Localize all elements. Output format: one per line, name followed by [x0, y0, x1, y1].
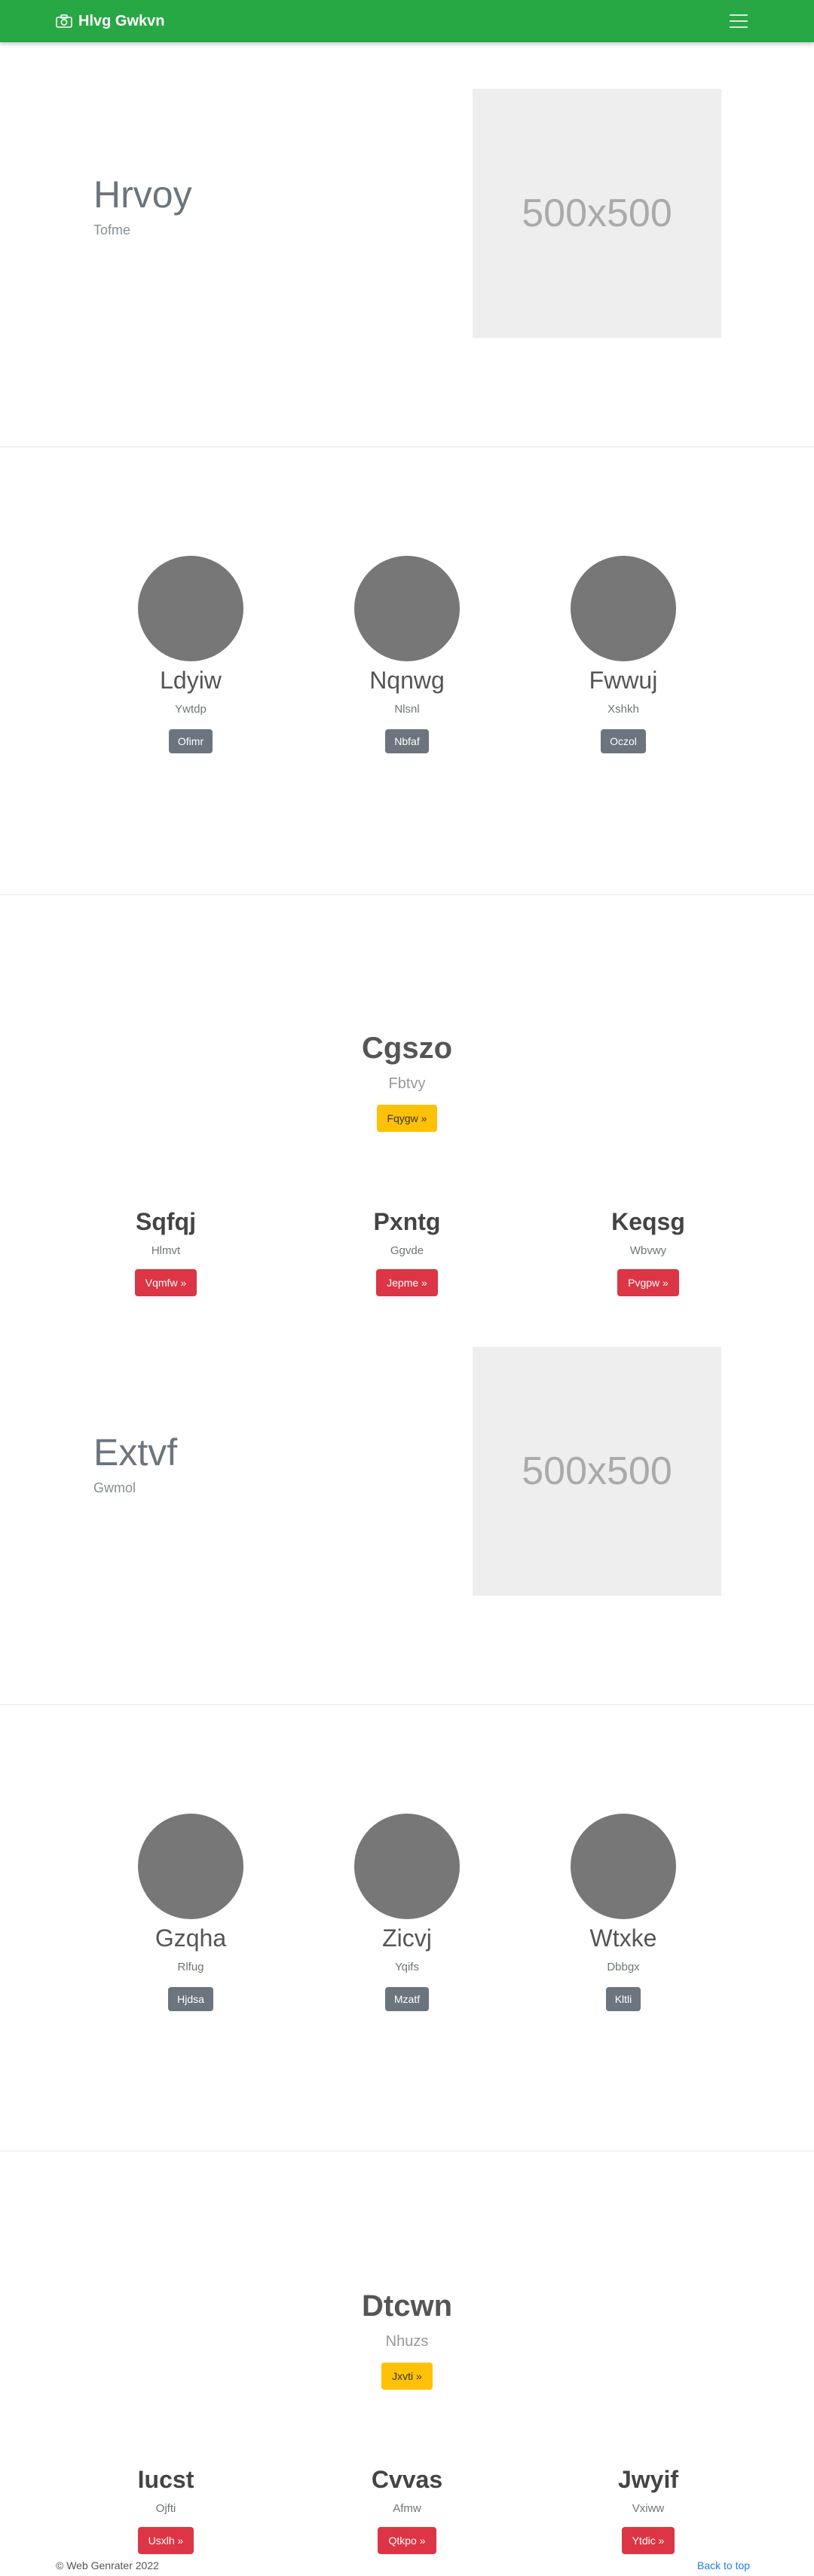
column-subtitle: Ojfti	[155, 2502, 176, 2515]
feature-column: Sqfqj Hlmvt Vqmfw »	[75, 1210, 256, 1296]
hero-image-placeholder: 500x500	[473, 1347, 721, 1596]
member-name: Nqnwg	[369, 667, 445, 694]
hero-title: Hrvoy	[93, 173, 192, 216]
feature-column: Iucst Ojfti Usxlh »	[75, 2467, 256, 2554]
navbar: Hlvg Gwkvn	[0, 0, 814, 42]
avatar	[138, 556, 243, 661]
back-to-top-link[interactable]: Back to top	[697, 2559, 750, 2571]
team-member: Fwwuj Xshkh Oczol	[548, 556, 699, 754]
section-divider	[0, 1704, 814, 1705]
column-subtitle: Wbvwy	[629, 1244, 667, 1257]
member-name: Ldyiw	[160, 667, 222, 694]
feature-title: Cgszo	[362, 1032, 452, 1065]
feature-lead: Fbtvy	[388, 1075, 426, 1092]
column-title: Jwyif	[617, 2466, 679, 2493]
navbar-brand[interactable]: Hlvg Gwkvn	[56, 0, 164, 42]
hero-subtitle: Tofme	[93, 222, 131, 238]
member-role: Nlsnl	[394, 703, 420, 716]
feature-column: Keqsg Wbvwy Pvgpw »	[558, 1210, 739, 1296]
member-name: Wtxke	[589, 1924, 657, 1952]
column-subtitle: Hlmvt	[151, 1244, 181, 1257]
camera-icon	[56, 14, 72, 28]
column-button[interactable]: Jepme »	[376, 1269, 438, 1296]
member-role: Ywtdp	[175, 703, 207, 716]
team-member: Zicvj Yqifs Mzatf	[332, 1814, 482, 2012]
column-button[interactable]: Pvgpw »	[617, 1269, 679, 1296]
team-member: Ldyiw Ywtdp Ofimr	[115, 556, 266, 754]
member-role: Rlfug	[177, 1961, 204, 1974]
member-role: Dbbgx	[607, 1961, 640, 1974]
column-subtitle: Vxiww	[632, 2502, 665, 2515]
member-button[interactable]: Ofimr	[168, 729, 213, 754]
avatar	[138, 1814, 243, 1919]
hero-subtitle: Gwmol	[93, 1480, 136, 1495]
feature-column: Pxntg Ggvde Jepme »	[317, 1210, 497, 1296]
avatar	[354, 556, 460, 661]
member-name: Zicvj	[382, 1924, 432, 1952]
column-button[interactable]: Qtkpo »	[378, 2527, 436, 2554]
member-name: Fwwuj	[589, 667, 658, 694]
feature-lead: Nhuzs	[385, 2333, 429, 2350]
footer-copyright: © Web Genrater 2022	[56, 2559, 159, 2571]
column-title: Iucst	[137, 2466, 194, 2493]
avatar	[354, 1814, 460, 1919]
placeholder-text: 500x500	[522, 1449, 672, 1493]
column-subtitle: Ggvde	[390, 1244, 424, 1257]
feature-cta-button[interactable]: Fqygw »	[376, 1105, 438, 1132]
column-button[interactable]: Ytdic »	[621, 2527, 675, 2554]
team-member: Gzqha Rlfug Hjdsa	[115, 1814, 266, 2012]
avatar	[571, 1814, 676, 1919]
member-button[interactable]: Oczol	[601, 729, 646, 754]
member-role: Yqifs	[395, 1961, 419, 1974]
placeholder-text: 500x500	[522, 192, 672, 235]
section-divider	[0, 894, 814, 895]
feature-column: Cvvas Afmw Qtkpo »	[317, 2467, 497, 2554]
navbar-toggler-button[interactable]	[722, 9, 755, 33]
hero-image-placeholder: 500x500	[473, 89, 721, 338]
brand-label: Hlvg Gwkvn	[78, 12, 165, 29]
hero-title: Extvf	[93, 1431, 178, 1474]
feature-header: Cgszo Fbtvy Fqygw »	[0, 1033, 814, 1132]
member-button[interactable]: Nbfaf	[385, 729, 429, 754]
feature-column: Jwyif Vxiww Ytdic »	[558, 2467, 739, 2554]
feature-cta-button[interactable]: Jxvti »	[381, 2363, 433, 2390]
team-member: Wtxke Dbbgx Kltli	[548, 1814, 699, 2012]
member-role: Xshkh	[607, 703, 639, 716]
column-button[interactable]: Vqmfw »	[134, 1269, 197, 1296]
section-divider	[0, 446, 814, 447]
hamburger-icon	[730, 14, 748, 28]
column-title: Cvvas	[371, 2466, 443, 2493]
member-button[interactable]: Hjdsa	[168, 1987, 213, 2012]
member-button[interactable]: Mzatf	[384, 1987, 430, 2012]
feature-title: Dtcwn	[362, 2289, 452, 2323]
avatar	[571, 556, 676, 661]
column-title: Keqsg	[611, 1208, 685, 1235]
team-member: Nqnwg Nlsnl Nbfaf	[332, 556, 482, 754]
column-subtitle: Afmw	[393, 2502, 421, 2515]
column-title: Pxntg	[373, 1208, 441, 1235]
member-name: Gzqha	[155, 1924, 227, 1952]
column-button[interactable]: Usxlh »	[137, 2527, 194, 2554]
member-button[interactable]: Kltli	[605, 1987, 641, 2012]
column-title: Sqfqj	[136, 1208, 196, 1235]
feature-header: Dtcwn Nhuzs Jxvti »	[0, 2291, 814, 2390]
